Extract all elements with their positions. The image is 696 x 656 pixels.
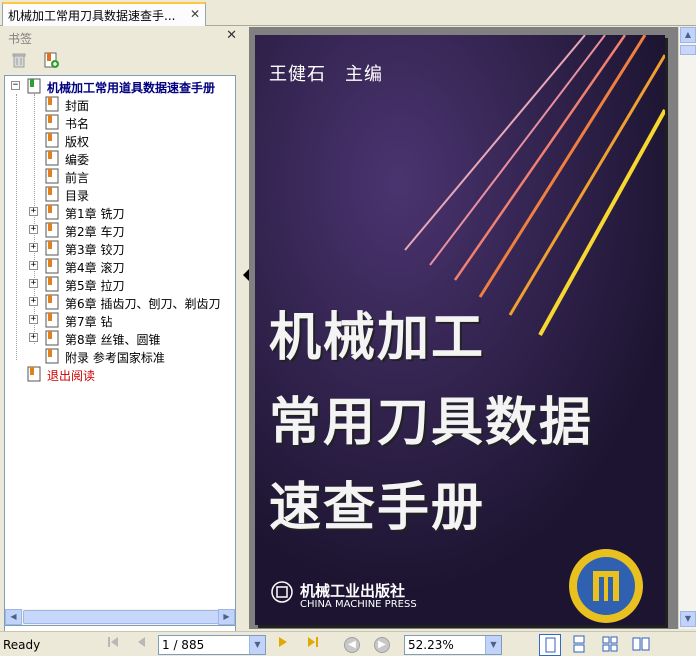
page-number-field[interactable]: 1 / 885 ▼ [158,635,266,655]
bookmark-panel-header: 书签 ✕ [0,27,243,47]
tab-strip: 机械加工常用刀具数据速查手... ✕ [0,0,696,26]
pdf-reader-window: 机械加工常用刀具数据速查手... ✕ 书签 ✕ − 机械加工常用道具数据速查手册… [0,0,696,656]
document-vscrollbar[interactable]: ▲ ▼ [678,27,696,629]
scroll-up-icon[interactable]: ▲ [680,27,696,43]
bookmark-icon [45,168,59,184]
delete-bookmark-icon[interactable] [10,51,30,71]
scroll-thumb[interactable] [23,610,219,624]
bookmark-icon [45,240,59,256]
close-tab-icon[interactable]: ✕ [190,7,200,21]
expand-icon[interactable]: + [29,279,38,288]
bookmark-root-label: 机械加工常用道具数据速查手册 [47,81,216,95]
bookmark-label: 封面 [65,99,90,113]
forward-icon[interactable]: ▶ [374,637,390,653]
bookmark-label: 前言 [65,171,90,185]
bookmark-label: 编委 [65,153,90,167]
bookmark-toolbar [0,49,243,73]
cover-title-line1: 机械加工 [269,308,486,368]
bookmark-icon [45,186,59,202]
two-page-view-icon[interactable] [631,634,653,656]
bookmark-label: 第7章 钻 [65,315,113,329]
cover-seal-emblem [567,547,645,625]
bookmark-root[interactable]: − 机械加工常用道具数据速查手册 [9,77,235,95]
status-bar: Ready 1 / 885 ▼ ◀ ▶ 52.23% ▼ [0,631,696,656]
expand-icon[interactable]: + [29,243,38,252]
expand-icon[interactable]: + [29,261,38,270]
bookmark-panel-title: 书签 [8,32,33,46]
thumbnail-view-icon[interactable] [600,634,622,656]
cover-title-line2: 常用刀具数据 [269,393,594,453]
document-tab[interactable]: 机械加工常用刀具数据速查手... ✕ [2,2,206,26]
bookmark-label: 附录 参考国家标准 [65,351,165,365]
first-page-icon[interactable] [103,635,123,655]
bookmark-label: 第8章 丝锥、圆锥 [65,333,161,347]
bookmark-icon [45,114,59,130]
bookmark-icon [45,348,59,364]
scroll-thumb[interactable] [680,45,696,55]
bookmark-label: 第2章 车刀 [65,225,125,239]
add-bookmark-icon[interactable] [42,51,62,71]
bookmark-icon [45,294,59,310]
bookmark-label: 第3章 铰刀 [65,243,125,257]
zoom-value: 52.23% [408,638,454,652]
expand-icon[interactable]: + [29,333,38,342]
previous-page-icon[interactable] [131,635,151,655]
document-view[interactable]: 王健石 主编 机械加工 常用刀具数据 速查手册 机械工业出版社 CHINA MA… [249,27,678,629]
cover-publisher-cn: 机械工业出版社 [300,582,406,600]
collapse-icon[interactable]: − [11,81,20,90]
bookmark-icon [45,222,59,238]
bookmark-label: 第6章 插齿刀、刨刀、剃齿刀 [65,297,221,311]
bookmark-icon [27,366,41,382]
cover-author: 王健石 主编 [269,64,383,85]
chevron-down-icon[interactable]: ▼ [485,636,501,654]
bookmark-tree: − 机械加工常用道具数据速查手册 封面 书名 版权 编委 前言 目录 + 第1章… [4,75,236,639]
bookmark-panel: 书签 ✕ − 机械加工常用道具数据速查手册 封面 书名 版权 编委 前言 目录 … [0,27,243,639]
scroll-right-icon[interactable]: ▶ [218,609,235,625]
back-icon[interactable]: ◀ [344,637,360,653]
publisher-logo-icon [271,581,293,603]
next-page-icon[interactable] [273,635,293,655]
bookmark-exit-label: 退出阅读 [47,369,96,383]
bookmark-icon [45,150,59,166]
expand-icon[interactable]: + [29,225,38,234]
expand-icon[interactable]: + [29,297,38,306]
book-cover-page: 王健石 主编 机械加工 常用刀具数据 速查手册 机械工业出版社 CHINA MA… [255,35,665,625]
bookmark-label: 第4章 滚刀 [65,261,125,275]
scroll-left-icon[interactable]: ◀ [5,609,22,625]
bookmark-icon [45,258,59,274]
bookmark-label: 版权 [65,135,90,149]
cover-title-line3: 速查手册 [269,478,486,538]
last-page-icon[interactable] [303,635,323,655]
bookmark-green-icon [27,78,41,94]
expand-icon[interactable]: + [29,207,38,216]
bookmark-icon [45,330,59,346]
single-page-view-icon[interactable] [539,634,561,656]
bookmark-icon [45,96,59,112]
document-tab-title: 机械加工常用刀具数据速查手... [8,9,176,23]
page-number-value: 1 / 885 [162,638,205,652]
close-panel-icon[interactable]: ✕ [226,28,237,43]
bookmark-icon [45,204,59,220]
cover-publisher-en: CHINA MACHINE PRESS [300,599,417,610]
bookmark-icon [45,312,59,328]
chevron-down-icon[interactable]: ▼ [249,636,265,654]
bookmark-icon [45,132,59,148]
zoom-field[interactable]: 52.23% ▼ [404,635,502,655]
bookmark-icon [45,276,59,292]
scroll-down-icon[interactable]: ▼ [680,611,696,627]
bookmark-label: 目录 [65,189,90,203]
expand-icon[interactable]: + [29,315,38,324]
bookmark-label: 第1章 铣刀 [65,207,125,221]
bookmark-label: 第5章 拉刀 [65,279,125,293]
status-text: Ready [3,638,41,652]
continuous-view-icon[interactable] [569,634,591,656]
bookmark-label: 书名 [65,117,90,131]
bookmark-hscrollbar[interactable]: ◀ ▶ [4,609,236,626]
